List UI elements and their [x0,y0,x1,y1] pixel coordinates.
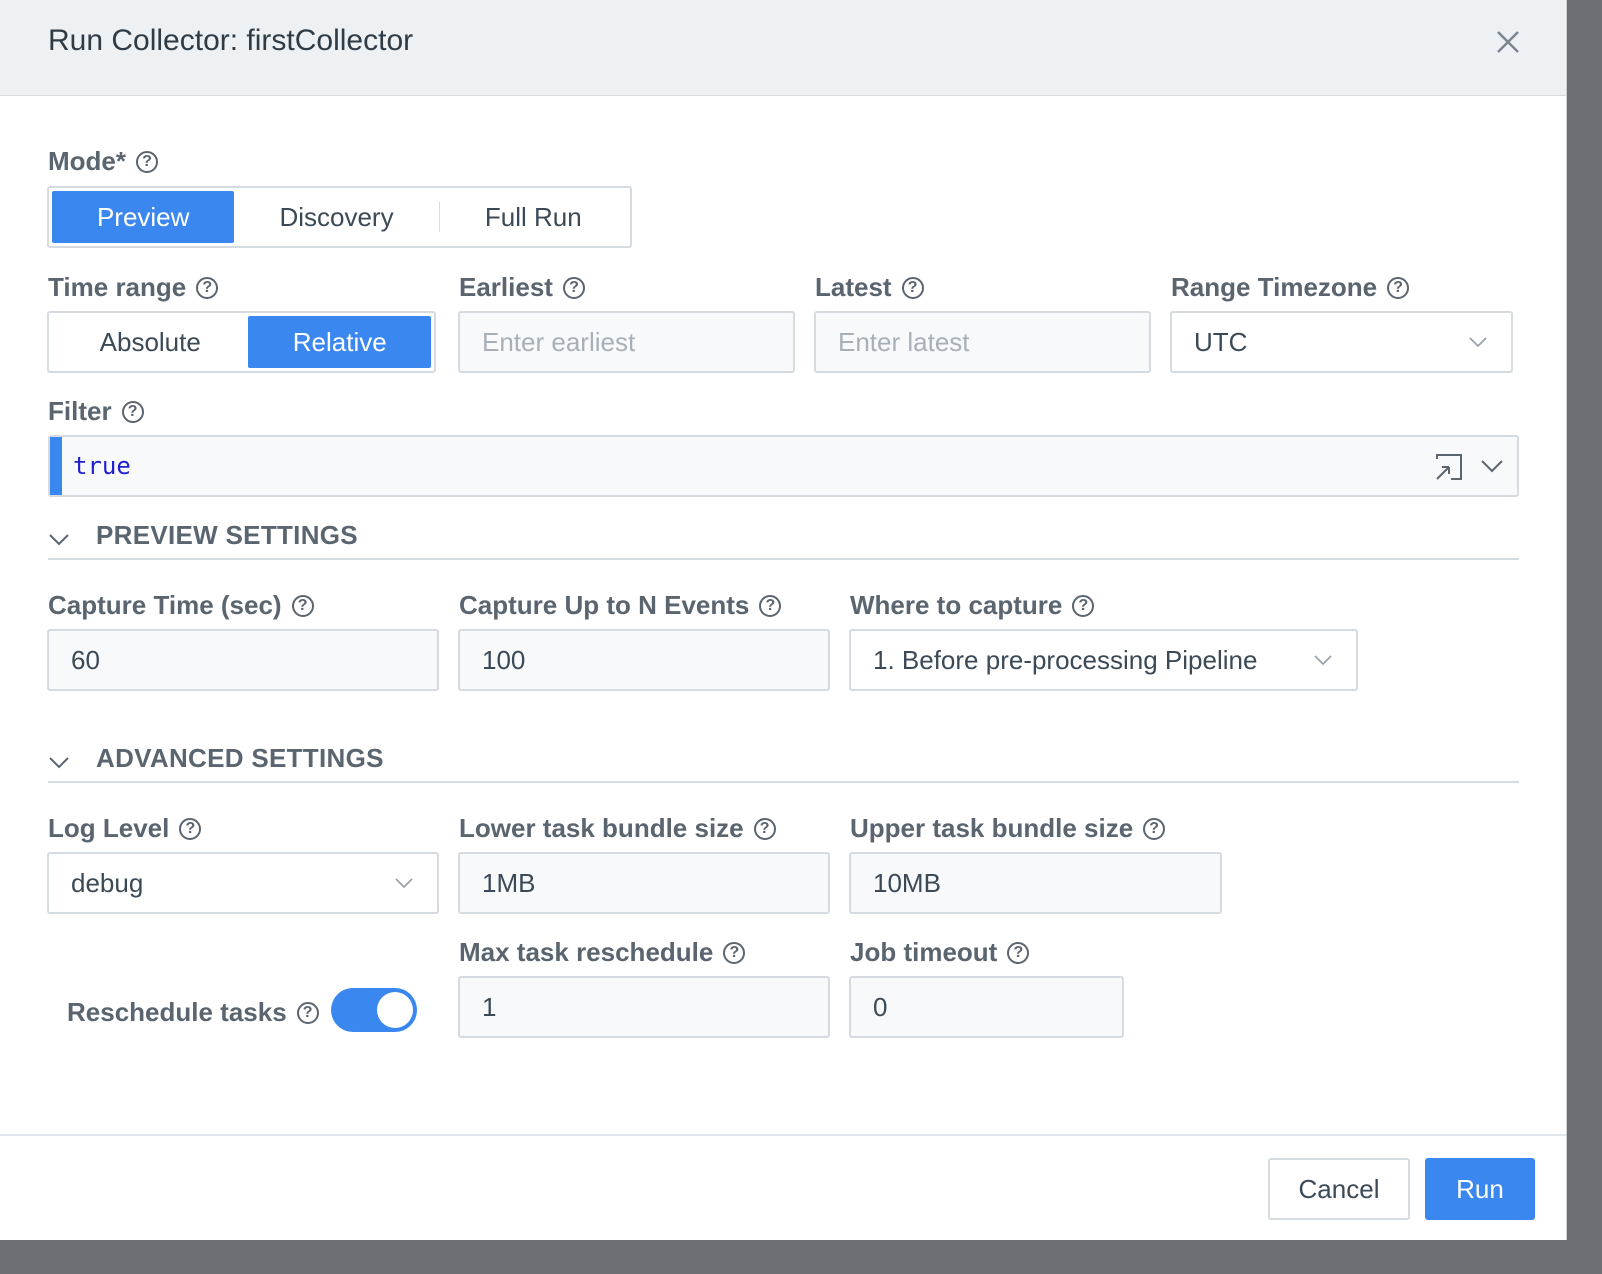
help-icon[interactable]: ? [179,817,202,840]
run-button[interactable]: Run [1425,1158,1535,1220]
modal-title: Run Collector: firstCollector [48,24,414,57]
max-reschedule-label-text: Max task reschedule [459,937,714,967]
job-timeout-input[interactable]: 0 [849,976,1124,1038]
log-level-value: debug [71,867,144,898]
advanced-settings-section: ADVANCED SETTINGS [48,743,1519,783]
help-icon[interactable]: ? [196,276,219,299]
chevron-down-icon[interactable] [48,528,70,550]
help-icon[interactable]: ? [759,594,782,617]
filter-expression-input[interactable]: true [48,435,1519,497]
job-timeout-label: Job timeout ? [850,937,1030,968]
advanced-settings-title[interactable]: ADVANCED SETTINGS [96,743,384,774]
help-icon[interactable]: ? [723,941,746,964]
upper-bundle-label: Upper task bundle size ? [850,813,1166,844]
capture-events-input[interactable]: 100 [458,629,830,691]
latest-label: Latest ? [815,272,924,303]
lower-bundle-input[interactable]: 1MB [458,852,830,914]
help-icon[interactable]: ? [753,817,776,840]
close-icon[interactable] [1490,24,1526,60]
filter-label-text: Filter [48,396,112,426]
capture-events-label-text: Capture Up to N Events [459,590,750,620]
capture-time-label: Capture Time (sec) ? [48,590,314,621]
chevron-down-icon [1314,655,1332,666]
reschedule-tasks-label-text: Reschedule tasks [67,997,287,1027]
preview-settings-title[interactable]: PREVIEW SETTINGS [96,520,358,551]
filter-focus-bar [50,437,62,495]
range-timezone-label-text: Range Timezone [1171,272,1378,302]
time-range-option-relative[interactable]: Relative [248,316,431,368]
help-icon[interactable]: ? [1072,594,1095,617]
preview-settings-section: PREVIEW SETTINGS [48,520,1519,560]
where-to-capture-value: 1. Before pre-processing Pipeline [873,644,1258,675]
capture-time-input[interactable]: 60 [47,629,439,691]
help-icon[interactable]: ? [136,150,158,173]
reschedule-tasks-toggle[interactable] [331,988,417,1032]
log-level-select[interactable]: debug [47,852,439,914]
where-to-capture-label-text: Where to capture [850,590,1063,620]
help-icon[interactable]: ? [121,400,144,423]
chevron-down-icon [1469,337,1487,348]
help-icon[interactable]: ? [901,276,924,299]
where-to-capture-select[interactable]: 1. Before pre-processing Pipeline [849,629,1358,691]
job-timeout-label-text: Job timeout [850,937,998,967]
expand-editor-icon[interactable] [1433,451,1465,483]
mode-option-discovery[interactable]: Discovery [234,191,438,243]
cancel-button[interactable]: Cancel [1268,1158,1410,1220]
filter-expression-value: true [73,452,131,480]
time-range-label: Time range ? [48,272,219,303]
mode-label-text: Mode* [48,146,126,176]
range-timezone-label: Range Timezone ? [1171,272,1410,303]
earliest-input[interactable]: Enter earliest [458,311,795,373]
where-to-capture-label: Where to capture ? [850,590,1095,621]
time-range-label-text: Time range [48,272,187,302]
range-timezone-value: UTC [1194,326,1248,357]
help-icon[interactable]: ? [291,594,314,617]
earliest-label-text: Earliest [459,272,553,302]
latest-input[interactable]: Enter latest [814,311,1151,373]
time-range-segmented-control: Absolute Relative [47,311,436,373]
lower-bundle-label: Lower task bundle size ? [459,813,776,844]
upper-bundle-input[interactable]: 10MB [849,852,1222,914]
help-icon[interactable]: ? [1143,817,1166,840]
chevron-down-icon[interactable] [48,751,70,773]
modal-header: Run Collector: firstCollector [0,0,1566,96]
chevron-down-icon[interactable] [1479,453,1505,479]
lower-bundle-label-text: Lower task bundle size [459,813,744,843]
help-icon[interactable]: ? [1007,941,1030,964]
time-range-option-absolute[interactable]: Absolute [52,316,248,368]
help-icon[interactable]: ? [562,276,585,299]
mode-option-full-run[interactable]: Full Run [440,191,627,243]
mode-segmented-control: Preview Discovery Full Run [47,186,632,248]
max-reschedule-input[interactable]: 1 [458,976,830,1038]
filter-label: Filter ? [48,396,144,427]
max-reschedule-label: Max task reschedule ? [459,937,746,968]
latest-label-text: Latest [815,272,892,302]
help-icon[interactable]: ? [296,1001,319,1024]
range-timezone-select[interactable]: UTC [1170,311,1513,373]
log-level-label-text: Log Level [48,813,170,843]
mode-label: Mode* ? [48,146,158,177]
help-icon[interactable]: ? [1387,276,1410,299]
log-level-label: Log Level ? [48,813,202,844]
capture-events-label: Capture Up to N Events ? [459,590,782,621]
upper-bundle-label-text: Upper task bundle size [850,813,1134,843]
capture-time-label-text: Capture Time (sec) [48,590,282,620]
toggle-knob [377,992,413,1028]
chevron-down-icon [395,878,413,889]
earliest-label: Earliest ? [459,272,585,303]
modal-footer: Cancel Run [0,1134,1566,1242]
mode-option-preview[interactable]: Preview [52,191,235,243]
reschedule-tasks-label: Reschedule tasks ? [67,997,319,1028]
run-collector-modal: Run Collector: firstCollector Mode* ? Pr… [0,0,1567,1240]
